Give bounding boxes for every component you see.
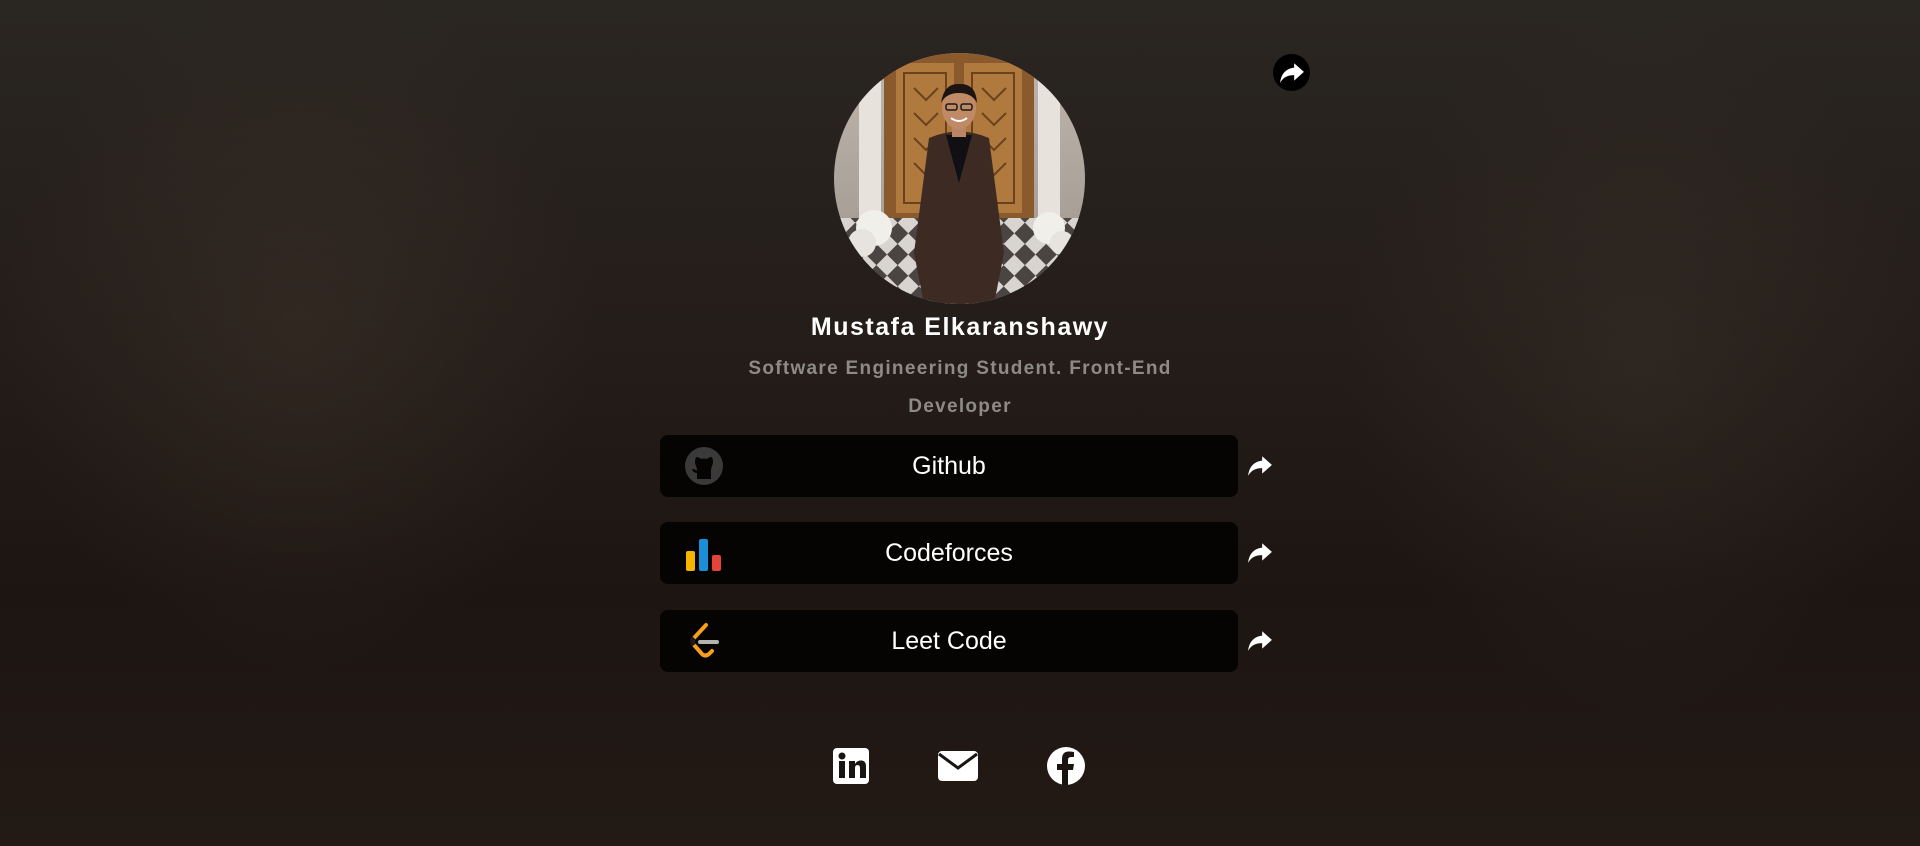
leetcode-link-button[interactable]: Leet Code bbox=[660, 610, 1238, 672]
link-row-github: Github bbox=[660, 435, 1280, 497]
leetcode-label: Leet Code bbox=[891, 627, 1007, 655]
github-label: Github bbox=[912, 452, 986, 480]
codeforces-link-button[interactable]: Codeforces bbox=[660, 522, 1238, 584]
share-icon bbox=[1248, 543, 1272, 563]
facebook-button[interactable] bbox=[1044, 744, 1088, 788]
share-leetcode-button[interactable] bbox=[1246, 627, 1274, 655]
profile-name: Mustafa Elkaranshawy bbox=[810, 313, 1110, 341]
social-links bbox=[0, 744, 1920, 788]
share-profile-button[interactable] bbox=[1273, 54, 1310, 91]
share-github-button[interactable] bbox=[1246, 452, 1274, 480]
codeforces-label: Codeforces bbox=[885, 539, 1013, 567]
avatar bbox=[834, 53, 1085, 304]
share-icon bbox=[1248, 456, 1272, 476]
profile-bio: Software Engineering Student. Front-End … bbox=[748, 358, 1172, 417]
link-row-leetcode: Leet Code bbox=[660, 610, 1280, 672]
email-icon bbox=[938, 751, 978, 781]
linkedin-icon bbox=[833, 748, 869, 784]
facebook-icon bbox=[1047, 747, 1085, 785]
share-icon bbox=[1248, 631, 1272, 651]
share-codeforces-button[interactable] bbox=[1246, 539, 1274, 567]
github-link-button[interactable]: Github bbox=[660, 435, 1238, 497]
linkedin-button[interactable] bbox=[829, 744, 873, 788]
link-row-codeforces: Codeforces bbox=[660, 522, 1280, 584]
share-icon bbox=[1279, 62, 1304, 83]
email-button[interactable] bbox=[936, 744, 980, 788]
profile-photo bbox=[834, 53, 1085, 304]
